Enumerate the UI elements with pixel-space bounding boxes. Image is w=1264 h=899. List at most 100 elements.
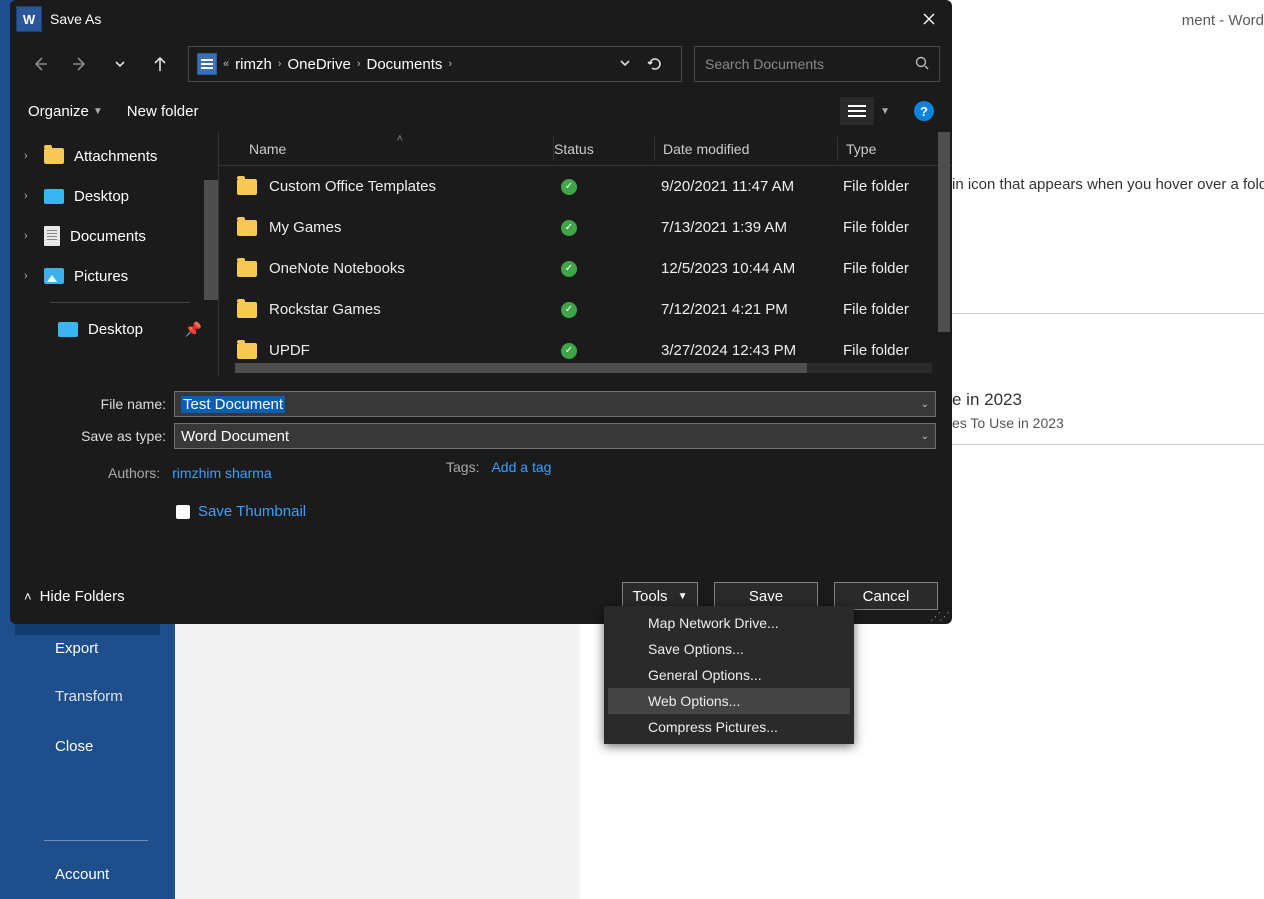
tree-label: Documents bbox=[70, 228, 146, 245]
tree-label: Desktop bbox=[88, 321, 143, 338]
arrow-up-icon bbox=[151, 55, 169, 73]
tree-item-desktop-pinned[interactable]: Desktop📌 bbox=[10, 309, 218, 349]
breadcrumb-seg-2[interactable]: OneDrive bbox=[287, 56, 350, 73]
view-list-icon bbox=[848, 104, 866, 118]
sidebar-transform[interactable]: Transform bbox=[55, 688, 123, 705]
chevron-down-icon: ▼ bbox=[93, 106, 103, 117]
nav-up-button[interactable] bbox=[142, 46, 178, 82]
dialog-toolbar: Organize▼ New folder ▼ ? bbox=[10, 90, 952, 132]
menu-map-network-drive[interactable]: Map Network Drive... bbox=[608, 610, 850, 636]
col-date[interactable]: Date modified bbox=[655, 141, 837, 157]
arrow-left-icon bbox=[31, 55, 49, 73]
breadcrumb-seg-1[interactable]: rimzh bbox=[235, 56, 272, 73]
sync-ok-icon: ✓ bbox=[561, 179, 577, 195]
breadcrumb-chev-3[interactable]: › bbox=[448, 58, 452, 70]
chevron-down-icon: ▼ bbox=[678, 591, 688, 602]
list-row[interactable]: OneNote Notebooks✓12/5/2023 10:44 AMFile… bbox=[219, 248, 952, 289]
menu-web-options[interactable]: Web Options... bbox=[608, 688, 850, 714]
pictures-icon bbox=[44, 268, 64, 284]
chevron-right-icon[interactable]: › bbox=[24, 270, 28, 282]
save-thumbnail-label[interactable]: Save Thumbnail bbox=[198, 503, 306, 520]
file-type: File folder bbox=[835, 342, 952, 359]
tree-scrollbar[interactable] bbox=[204, 180, 218, 300]
close-button[interactable] bbox=[906, 0, 952, 38]
document-icon bbox=[197, 53, 217, 75]
file-type: File folder bbox=[835, 301, 952, 318]
hide-folders-button[interactable]: ˄Hide Folders bbox=[24, 588, 125, 605]
save-thumbnail-checkbox[interactable] bbox=[176, 505, 190, 519]
nav-row: « rimzh › OneDrive › Documents › Search … bbox=[10, 38, 952, 90]
chevron-down-icon bbox=[619, 57, 631, 69]
dialog-titlebar[interactable]: W Save As bbox=[10, 0, 952, 38]
col-status[interactable]: Status bbox=[554, 141, 654, 157]
file-name: My Games bbox=[269, 219, 342, 236]
list-hscrollbar[interactable] bbox=[235, 363, 932, 373]
file-date: 9/20/2021 11:47 AM bbox=[653, 178, 835, 195]
file-name-label: File name: bbox=[18, 396, 174, 412]
desktop-icon bbox=[58, 322, 78, 337]
file-type: File folder bbox=[835, 178, 952, 195]
chevron-right-icon[interactable]: › bbox=[24, 230, 28, 242]
authors-value[interactable]: rimzhim sharma bbox=[172, 465, 272, 481]
resize-grip[interactable]: ⋰⋰ bbox=[930, 614, 948, 620]
search-input[interactable]: Search Documents bbox=[694, 46, 940, 82]
nav-back-button[interactable] bbox=[22, 46, 58, 82]
sidebar-separator bbox=[44, 840, 148, 841]
col-name[interactable]: Name˄ bbox=[219, 141, 553, 157]
tools-dropdown-menu: Map Network Drive... Save Options... Gen… bbox=[604, 606, 854, 744]
tree-item-desktop[interactable]: › Desktop bbox=[10, 176, 218, 216]
save-as-type-select[interactable]: Word Document⌄ bbox=[174, 423, 936, 449]
file-date: 7/13/2021 1:39 AM bbox=[653, 219, 835, 236]
chevron-down-icon[interactable]: ⌄ bbox=[921, 399, 929, 410]
file-name-input[interactable]: Test Document⌄ bbox=[174, 391, 936, 417]
menu-compress-pictures[interactable]: Compress Pictures... bbox=[608, 714, 850, 740]
menu-save-options[interactable]: Save Options... bbox=[608, 636, 850, 662]
list-header: Name˄ Status Date modified Type bbox=[219, 132, 952, 166]
tree-label: Desktop bbox=[74, 188, 129, 205]
chevron-down-icon[interactable]: ⌄ bbox=[921, 431, 929, 442]
sync-ok-icon: ✓ bbox=[561, 261, 577, 277]
add-tag-link[interactable]: Add a tag bbox=[491, 459, 551, 475]
organize-button[interactable]: Organize▼ bbox=[28, 103, 103, 120]
file-name: Rockstar Games bbox=[269, 301, 381, 318]
nav-forward-button[interactable] bbox=[62, 46, 98, 82]
sidebar-account[interactable]: Account bbox=[55, 866, 109, 883]
new-folder-button[interactable]: New folder bbox=[127, 103, 199, 120]
view-mode-button[interactable] bbox=[840, 97, 874, 125]
bg-heading: e in 2023 bbox=[952, 390, 1022, 410]
nav-tree[interactable]: ›Attachments › Desktop › Documents › Pictur… bbox=[10, 132, 219, 377]
chevron-down-icon[interactable]: ▼ bbox=[880, 106, 890, 117]
sync-ok-icon: ✓ bbox=[561, 302, 577, 318]
sidebar-export[interactable]: Export bbox=[55, 640, 98, 657]
tree-item-documents[interactable]: › Documents bbox=[10, 216, 218, 256]
scrollbar-thumb[interactable] bbox=[235, 363, 807, 373]
list-row[interactable]: My Games✓7/13/2021 1:39 AMFile folder bbox=[219, 207, 952, 248]
document-icon bbox=[44, 226, 60, 246]
refresh-button[interactable] bbox=[637, 46, 673, 82]
bg-divider-2 bbox=[952, 444, 1264, 445]
nav-recent-button[interactable] bbox=[102, 46, 138, 82]
bg-text: in icon that appears when you hover over… bbox=[952, 176, 1264, 193]
chevron-right-icon[interactable]: › bbox=[24, 150, 28, 162]
list-vscrollbar[interactable] bbox=[938, 132, 950, 332]
list-row[interactable]: Rockstar Games✓7/12/2021 4:21 PMFile fol… bbox=[219, 289, 952, 330]
file-name: Custom Office Templates bbox=[269, 178, 436, 195]
breadcrumb-chev-1[interactable]: › bbox=[278, 58, 282, 70]
form-area: File name: Test Document⌄ Save as type: … bbox=[10, 377, 952, 520]
desktop-icon bbox=[44, 189, 64, 204]
file-list[interactable]: Name˄ Status Date modified Type Custom O… bbox=[219, 132, 952, 377]
menu-general-options[interactable]: General Options... bbox=[608, 662, 850, 688]
help-button[interactable]: ? bbox=[914, 101, 934, 121]
sidebar-close[interactable]: Close bbox=[55, 738, 93, 755]
address-dropdown[interactable] bbox=[619, 56, 631, 72]
word-title: ment - Word bbox=[1182, 12, 1264, 29]
tree-item-pictures[interactable]: › Pictures bbox=[10, 256, 218, 296]
col-type[interactable]: Type bbox=[838, 141, 952, 157]
list-row[interactable]: Custom Office Templates ✓ 9/20/2021 11:47 … bbox=[219, 166, 952, 207]
breadcrumb-chev-2[interactable]: › bbox=[357, 58, 361, 70]
breadcrumb-seg-3[interactable]: Documents bbox=[367, 56, 443, 73]
tree-label: Pictures bbox=[74, 268, 128, 285]
tree-item-attachments[interactable]: ›Attachments bbox=[10, 136, 218, 176]
address-bar[interactable]: « rimzh › OneDrive › Documents › bbox=[188, 46, 682, 82]
chevron-right-icon[interactable]: › bbox=[24, 190, 28, 202]
